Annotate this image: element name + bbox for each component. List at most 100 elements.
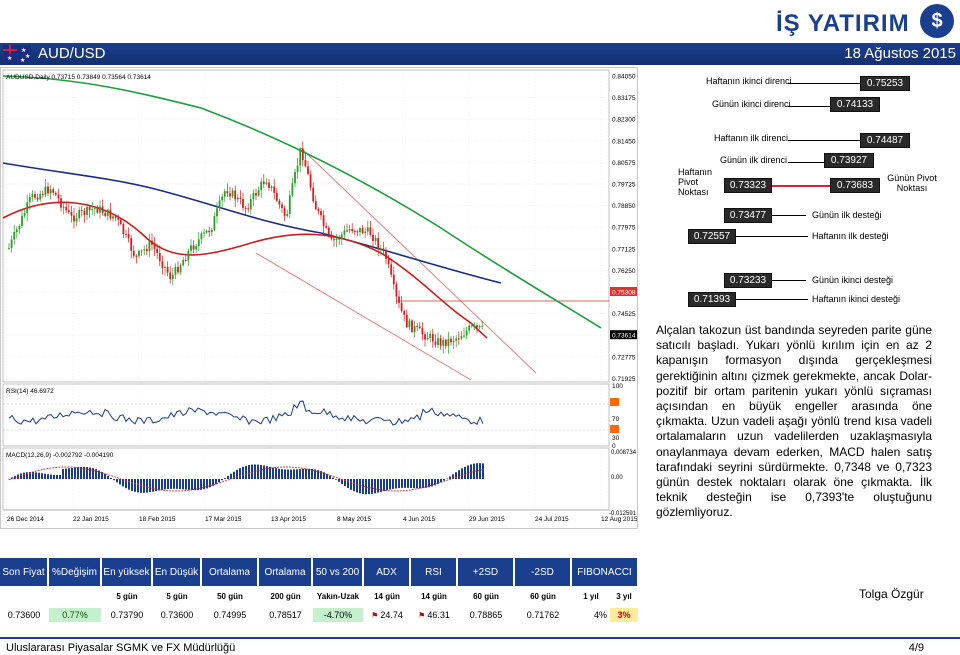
table-header: +2SD bbox=[458, 558, 514, 586]
candle-body bbox=[270, 186, 273, 188]
report-date: 18 Ağustos 2015 bbox=[844, 45, 956, 62]
table-subheader: 200 gün bbox=[270, 591, 301, 601]
date-tick: 12 Aug 2015 bbox=[601, 516, 637, 523]
candle-body bbox=[260, 181, 263, 191]
price-tick: 0.75308 bbox=[612, 290, 636, 297]
candle-body bbox=[359, 228, 361, 233]
candle-body bbox=[416, 326, 419, 328]
candle-body bbox=[203, 232, 205, 234]
macd-bar bbox=[188, 479, 190, 490]
macd-bar bbox=[296, 469, 298, 479]
macd-bar bbox=[158, 479, 160, 491]
candle-body bbox=[346, 230, 348, 232]
table-value: 0.78865 bbox=[469, 610, 503, 620]
candle-body bbox=[437, 338, 439, 345]
candle-body bbox=[372, 234, 374, 241]
macd-bar bbox=[422, 479, 424, 489]
macd-bar bbox=[116, 479, 118, 483]
candle-body bbox=[317, 209, 320, 212]
macd-bar bbox=[62, 468, 64, 479]
table-header: -2SD bbox=[515, 558, 571, 586]
candle-body bbox=[465, 330, 468, 336]
daily-r1-label: Günün ilk direnci bbox=[720, 155, 788, 165]
candle-body bbox=[47, 186, 49, 194]
candle-body bbox=[395, 284, 398, 297]
candle-body bbox=[28, 196, 31, 203]
candle-body bbox=[343, 230, 346, 235]
candle-body bbox=[221, 196, 224, 201]
candle-body bbox=[31, 194, 34, 197]
candle-body bbox=[405, 314, 408, 328]
macd-bar bbox=[470, 464, 472, 479]
candle-body bbox=[390, 264, 393, 275]
macd-bar bbox=[53, 474, 55, 479]
candle-body bbox=[252, 193, 255, 200]
candle-body bbox=[309, 174, 312, 188]
daily-pivot-label: Günün Pivot Noktası bbox=[887, 173, 937, 193]
date-tick: 18 Feb 2015 bbox=[139, 516, 176, 523]
price-tick: 0.78850 bbox=[612, 203, 636, 210]
macd-bar bbox=[146, 479, 148, 493]
candle-body bbox=[195, 246, 198, 250]
footer-divider bbox=[0, 637, 960, 639]
macd-bar bbox=[386, 479, 388, 491]
daily-r2-value: 0.74133 bbox=[830, 97, 880, 112]
candle-body bbox=[218, 200, 221, 209]
macd-bar bbox=[281, 469, 283, 479]
macd-bar bbox=[347, 479, 349, 488]
candle-body bbox=[351, 229, 354, 232]
candle-body bbox=[374, 237, 377, 241]
macd-bar bbox=[260, 464, 262, 479]
candle-body bbox=[226, 191, 229, 194]
macd-bar bbox=[107, 475, 109, 479]
daily-s1-label: Günün ilk desteği bbox=[812, 210, 882, 220]
candle-body bbox=[140, 250, 143, 252]
rsi-level-marker bbox=[610, 398, 619, 406]
candle-body bbox=[421, 328, 424, 335]
candle-body bbox=[247, 208, 250, 210]
date-tick: 29 Jun 2015 bbox=[469, 516, 505, 523]
candle-body bbox=[281, 204, 283, 209]
candle-body bbox=[34, 194, 36, 198]
weekly-s1-label: Haftanın ilk desteği bbox=[812, 231, 889, 241]
candle-body bbox=[112, 216, 114, 219]
candle-body bbox=[431, 333, 434, 342]
table-subheader: 3 yıl bbox=[616, 591, 632, 601]
macd-bar bbox=[479, 463, 481, 479]
table-value: 3% bbox=[610, 608, 638, 622]
candle-body bbox=[36, 197, 39, 200]
macd-bar bbox=[23, 472, 25, 479]
macd-bar bbox=[329, 475, 331, 479]
candle-body bbox=[439, 338, 442, 346]
price-tick: 0.77125 bbox=[612, 246, 636, 253]
candle-body bbox=[340, 234, 343, 239]
table-value-text: 46.31 bbox=[427, 610, 450, 620]
macd-bar bbox=[290, 469, 292, 479]
macd-bar bbox=[467, 465, 469, 479]
candle-body bbox=[361, 228, 364, 234]
candle-body bbox=[242, 198, 244, 208]
price-tick: 0.79725 bbox=[612, 182, 636, 189]
daily-s2-value: 0.73233 bbox=[724, 273, 772, 288]
macd-bar bbox=[383, 479, 385, 492]
macd-bar bbox=[191, 479, 193, 491]
macd-bar bbox=[389, 479, 391, 490]
candle-body bbox=[78, 209, 81, 219]
currency-pair-title: AUD/USD bbox=[38, 45, 106, 62]
title-bar: ★ ★ ★ ★ AUD/USD 18 Ağustos 2015 bbox=[0, 43, 960, 65]
macd-bar bbox=[194, 479, 196, 491]
candle-body bbox=[418, 326, 421, 329]
macd-bar bbox=[71, 467, 73, 479]
candle-body bbox=[444, 339, 447, 346]
macd-bar bbox=[413, 479, 415, 489]
candle-body bbox=[307, 166, 309, 175]
macd-bar bbox=[221, 479, 223, 481]
flag-icon: ⚑ bbox=[418, 610, 426, 620]
weekly-r2-label: Haftanın ikinci direnci bbox=[706, 76, 792, 86]
candle-body bbox=[15, 229, 18, 232]
candle-body bbox=[135, 255, 138, 257]
table-value: 0.73790 bbox=[110, 610, 144, 620]
macd-bar bbox=[74, 467, 76, 479]
date-tick: 24 Jul 2015 bbox=[535, 516, 569, 523]
rsi-tick: 30 bbox=[612, 435, 620, 442]
